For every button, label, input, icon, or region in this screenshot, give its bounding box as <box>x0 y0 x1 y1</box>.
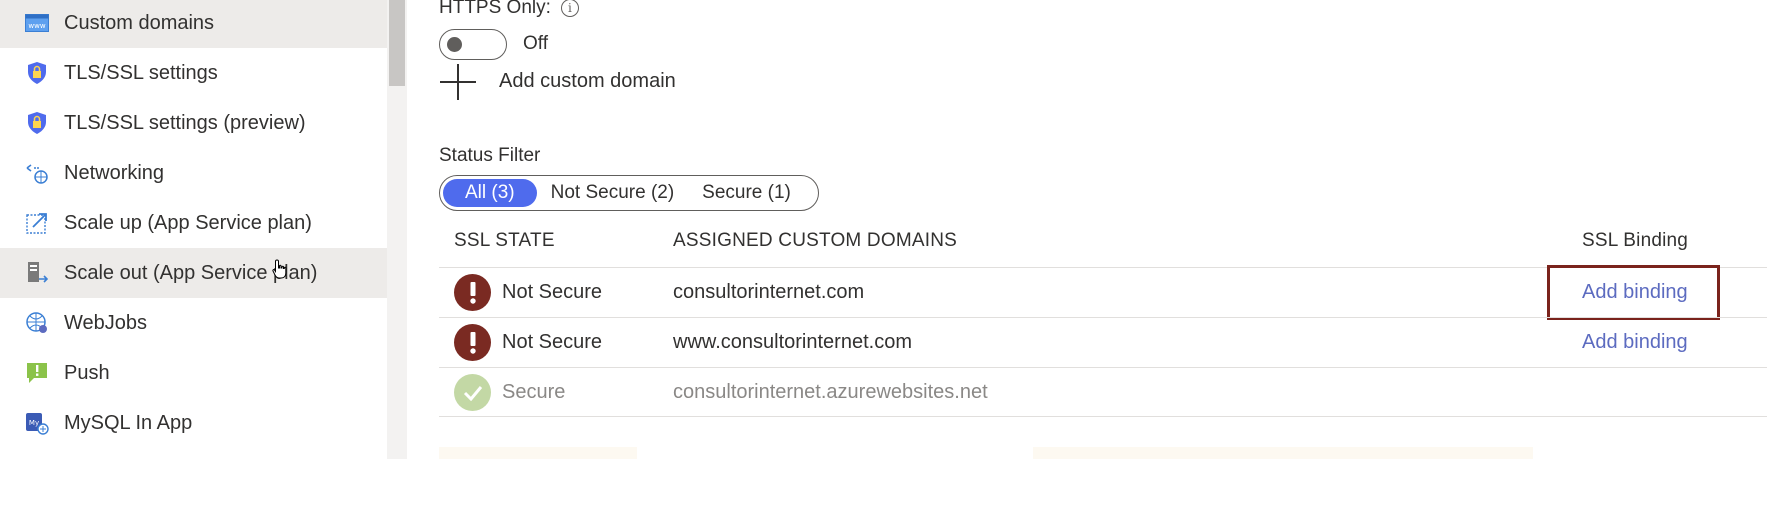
sidebar-item-mysql-in-app[interactable]: My MySQL In App <box>0 398 387 448</box>
ssl-state: Not Secure <box>502 331 603 353</box>
svg-text:My: My <box>29 419 39 427</box>
resource-menu: www Custom domains TLS/SSL settings TLS/… <box>0 0 387 459</box>
sidebar-item-custom-domains[interactable]: www Custom domains <box>0 0 387 48</box>
toggle-knob <box>447 37 462 52</box>
sidebar-item-networking[interactable]: Networking <box>0 148 387 198</box>
filter-all[interactable]: All (3) <box>443 179 537 207</box>
domain-name: www.consultorinternet.com <box>673 331 912 353</box>
sidebar-item-label: TLS/SSL settings <box>64 61 218 84</box>
sidebar-scrollbar-thumb[interactable] <box>389 0 405 86</box>
info-icon[interactable]: i <box>560 0 579 17</box>
table-row: Not Secure www.consultorinternet.com Add… <box>439 317 1767 367</box>
https-only-label: HTTPS Only: i <box>439 0 579 19</box>
sidebar-item-label: Networking <box>64 161 165 184</box>
https-only-toggle[interactable] <box>439 29 507 60</box>
www-icon: www <box>25 11 49 35</box>
add-custom-domain-label: Add custom domain <box>499 69 676 92</box>
sidebar-item-scale-up[interactable]: Scale up (App Service plan) <box>0 198 387 248</box>
domain-name: consultorinternet.azurewebsites.net <box>673 381 988 403</box>
checkmark-icon <box>454 374 491 411</box>
sidebar-item-push[interactable]: Push <box>0 348 387 398</box>
sidebar-item-label: Push <box>64 361 110 384</box>
add-binding-link[interactable]: Add binding <box>1582 281 1688 304</box>
scale-out-icon <box>25 261 49 285</box>
column-header-domains: ASSIGNED CUSTOM DOMAINS <box>673 230 958 251</box>
plus-icon <box>439 62 477 100</box>
column-header-ssl-binding: SSL Binding <box>1582 230 1689 251</box>
sidebar-item-label: TLS/SSL settings (preview) <box>64 111 306 134</box>
sidebar-item-tls-ssl-settings-preview[interactable]: TLS/SSL settings (preview) <box>0 98 387 148</box>
domain-name: consultorinternet.com <box>673 281 865 303</box>
table-row: Secure consultorinternet.azurewebsites.n… <box>439 367 1767 417</box>
sidebar-item-label: Scale up (App Service plan) <box>64 211 312 234</box>
push-icon <box>25 361 49 385</box>
shield-lock-icon <box>25 111 49 135</box>
mysql-icon: My <box>25 411 49 435</box>
sidebar-item-label: WebJobs <box>64 311 148 334</box>
filter-not-secure[interactable]: Not Secure (2) <box>537 179 689 207</box>
hand-cursor-icon <box>272 259 287 279</box>
status-filter: All (3) Not Secure (2) Secure (1) <box>439 175 819 211</box>
sidebar-item-label: Custom domains <box>64 11 215 34</box>
shield-lock-icon <box>25 61 49 85</box>
svg-text:www: www <box>28 22 45 30</box>
networking-icon <box>25 161 49 185</box>
sidebar-item-label: MySQL In App <box>64 411 193 434</box>
sidebar-item-tls-ssl-settings[interactable]: TLS/SSL settings <box>0 48 387 98</box>
scale-up-icon <box>25 211 49 235</box>
sidebar-item-webjobs[interactable]: WebJobs <box>0 298 387 348</box>
sidebar-item-scale-out[interactable]: Scale out (App Service plan) <box>0 248 387 298</box>
table-row: Not Secure consultorinternet.com Add bin… <box>439 265 1767 320</box>
status-filter-label: Status Filter <box>439 145 541 166</box>
add-custom-domain-button[interactable]: Add custom domain <box>439 62 676 100</box>
webjobs-icon <box>25 311 49 335</box>
ssl-state: Secure <box>502 381 566 403</box>
ssl-state: Not Secure <box>502 281 603 303</box>
add-binding-link[interactable]: Add binding <box>1582 331 1688 354</box>
https-only-state: Off <box>523 33 548 54</box>
custom-domains-pane: HTTPS Only: i Off Add custom domain Stat… <box>439 0 1767 459</box>
column-header-ssl-state: SSL STATE <box>454 230 555 251</box>
warning-icon <box>454 274 491 311</box>
filter-secure[interactable]: Secure (1) <box>688 179 805 207</box>
warning-icon <box>454 324 491 361</box>
